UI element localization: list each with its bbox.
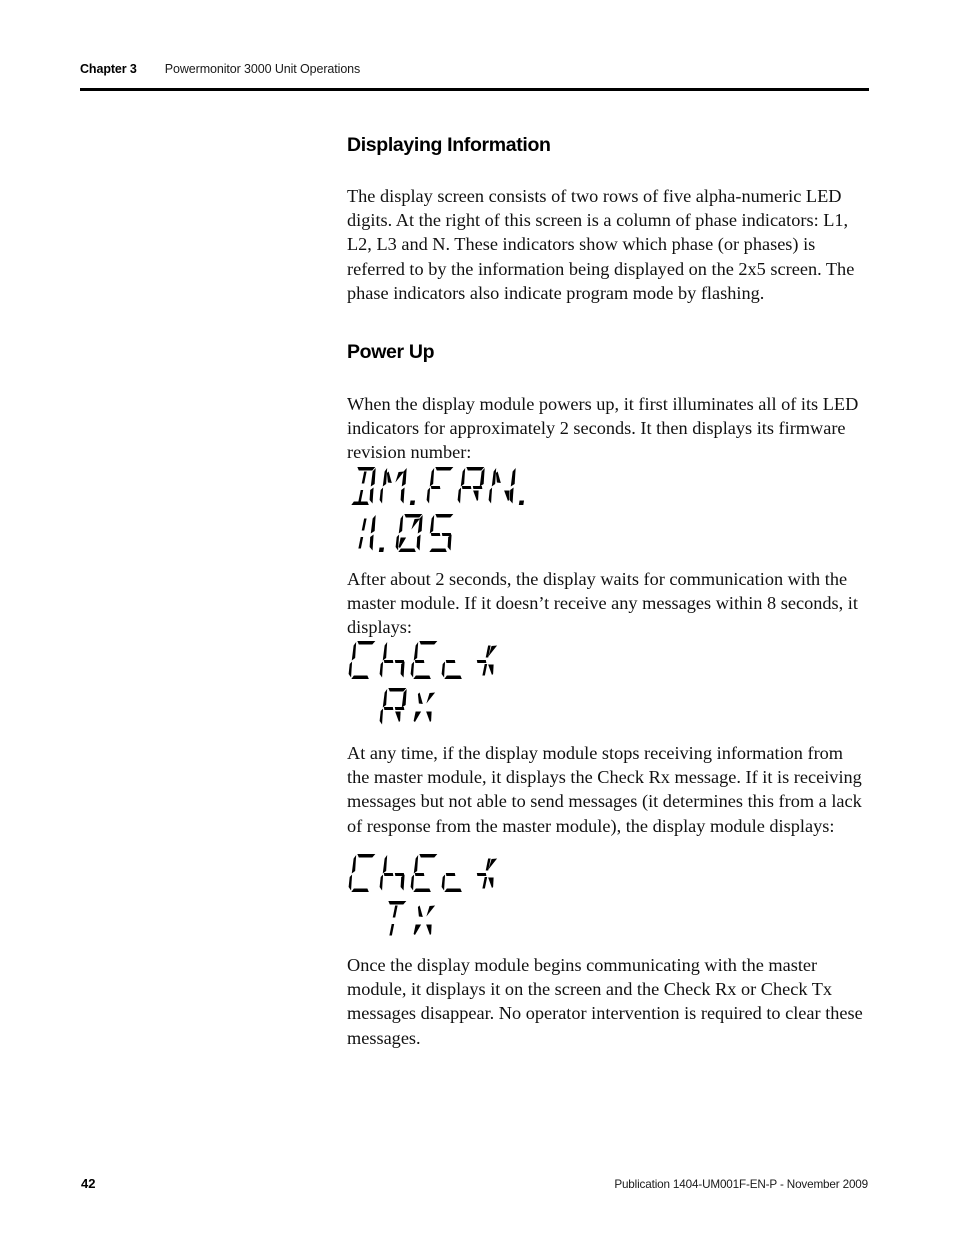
led-character bbox=[347, 513, 378, 554]
led-character bbox=[471, 853, 502, 894]
led-character bbox=[487, 466, 518, 507]
paragraph-after-check-rx: At any time, if the display module stops… bbox=[347, 741, 869, 838]
led-display-row bbox=[347, 853, 502, 894]
led-character bbox=[378, 853, 409, 894]
page-title-displaying-information: Displaying Information bbox=[347, 134, 551, 156]
led-character bbox=[409, 900, 440, 941]
header-chapter-title: Powermonitor 3000 Unit Operations bbox=[164, 62, 361, 76]
page-title-power-up: Power Up bbox=[347, 341, 435, 363]
running-header: Chapter 3 Powermonitor 3000 Unit Operati… bbox=[80, 62, 870, 76]
document-page: Chapter 3 Powermonitor 3000 Unit Operati… bbox=[0, 0, 954, 1235]
footer-page-number: 42 bbox=[81, 1176, 96, 1191]
led-character bbox=[456, 466, 487, 507]
body-paragraph: The display screen consists of two rows … bbox=[347, 186, 855, 303]
led-display-row bbox=[347, 513, 534, 554]
led-character bbox=[378, 687, 409, 728]
led-display-row bbox=[347, 466, 534, 507]
led-display-firmware-revision bbox=[347, 466, 534, 554]
led-character bbox=[425, 466, 456, 507]
led-character bbox=[347, 853, 378, 894]
led-character bbox=[394, 513, 425, 554]
led-character bbox=[378, 900, 409, 941]
body-paragraph: After about 2 seconds, the display waits… bbox=[347, 569, 858, 638]
led-character bbox=[347, 687, 378, 728]
section-displaying-information: Displaying Information bbox=[347, 134, 869, 157]
footer-publication-text: Publication 1404-UM001F-EN-P - November … bbox=[614, 1178, 868, 1191]
led-character bbox=[378, 640, 409, 681]
body-paragraph: When the display module powers up, it fi… bbox=[347, 394, 859, 463]
led-character bbox=[347, 900, 378, 941]
led-character bbox=[518, 466, 534, 507]
led-character bbox=[409, 640, 440, 681]
led-display-check-rx bbox=[347, 640, 502, 728]
paragraph-after-firmware: After about 2 seconds, the display waits… bbox=[347, 567, 869, 640]
led-character bbox=[440, 640, 471, 681]
led-display-check-tx bbox=[347, 853, 502, 941]
led-character bbox=[409, 853, 440, 894]
led-character bbox=[471, 640, 502, 681]
paragraph-after-check-tx: Once the display module begins communica… bbox=[347, 953, 869, 1050]
section-power-up: Power Up bbox=[347, 341, 869, 364]
body-paragraph: Once the display module begins communica… bbox=[347, 955, 863, 1048]
body-paragraph: At any time, if the display module stops… bbox=[347, 743, 862, 836]
header-divider-rule bbox=[80, 88, 869, 91]
led-character bbox=[409, 466, 425, 507]
led-display-row bbox=[347, 640, 502, 681]
led-character bbox=[378, 466, 409, 507]
header-chapter-label: Chapter 3 bbox=[80, 62, 137, 76]
led-display-row bbox=[347, 687, 502, 728]
led-display-row bbox=[347, 900, 502, 941]
paragraph-power-up: When the display module powers up, it fi… bbox=[347, 392, 869, 465]
paragraph-displaying-information: The display screen consists of two rows … bbox=[347, 184, 869, 305]
led-character bbox=[347, 466, 378, 507]
led-character bbox=[409, 687, 440, 728]
led-character bbox=[347, 640, 378, 681]
led-character bbox=[378, 513, 394, 554]
led-character bbox=[425, 513, 456, 554]
led-character bbox=[440, 853, 471, 894]
